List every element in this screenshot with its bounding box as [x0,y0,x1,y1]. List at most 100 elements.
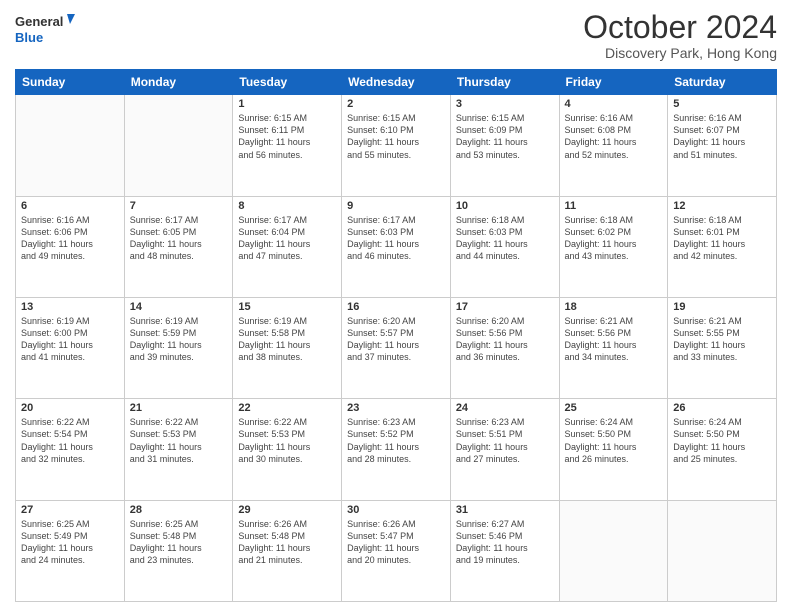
day-info: Sunrise: 6:19 AM Sunset: 5:59 PM Dayligh… [130,315,228,364]
col-thursday: Thursday [450,70,559,95]
day-info: Sunrise: 6:24 AM Sunset: 5:50 PM Dayligh… [565,416,663,465]
table-row: 5Sunrise: 6:16 AM Sunset: 6:07 PM Daylig… [668,95,777,196]
day-number: 9 [347,200,445,212]
day-number: 16 [347,301,445,313]
svg-text:Blue: Blue [15,30,43,45]
day-number: 30 [347,504,445,516]
day-number: 22 [238,402,336,414]
day-info: Sunrise: 6:21 AM Sunset: 5:56 PM Dayligh… [565,315,663,364]
table-row: 17Sunrise: 6:20 AM Sunset: 5:56 PM Dayli… [450,297,559,398]
day-number: 29 [238,504,336,516]
day-info: Sunrise: 6:25 AM Sunset: 5:48 PM Dayligh… [130,518,228,567]
table-row: 11 Sunrise: 6:18 AM Sunset: 6:02 PM Dayli… [559,196,668,297]
day-number: 13 [21,301,119,313]
table-row: 1 Sunrise: 6:15 AM Sunset: 6:11 PM Daylig… [233,95,342,196]
day-number: 1 [238,98,336,110]
day-info: Sunrise: 6:23 AM Sunset: 5:51 PM Dayligh… [456,416,554,465]
day-info: Sunrise: 6:17 AM Sunset: 6:03 PM Dayligh… [347,214,445,263]
day-number: 15 [238,301,336,313]
day-info: Sunrise: 6:18 AM Sunset: 6:01 PM Dayligh… [673,214,771,263]
table-row: 8 Sunrise: 6:17 AM Sunset: 6:04 PM Daylig… [233,196,342,297]
calendar-week-row: 1 Sunrise: 6:15 AM Sunset: 6:11 PM Daylig… [16,95,777,196]
day-number: 12 [673,200,771,212]
col-saturday: Saturday [668,70,777,95]
table-row: 14 Sunrise: 6:19 AM Sunset: 5:59 PM Dayli… [124,297,233,398]
day-number: 31 [456,504,554,516]
day-info: Sunrise: 6:22 AM Sunset: 5:54 PM Dayligh… [21,416,119,465]
calendar-week-row: 13Sunrise: 6:19 AM Sunset: 6:00 PM Dayli… [16,297,777,398]
table-row: 28 Sunrise: 6:25 AM Sunset: 5:48 PM Dayli… [124,500,233,601]
table-row: 12 Sunrise: 6:18 AM Sunset: 6:01 PM Dayli… [668,196,777,297]
day-info: Sunrise: 6:18 AM Sunset: 6:03 PM Dayligh… [456,214,554,263]
day-info: Sunrise: 6:26 AM Sunset: 5:48 PM Dayligh… [238,518,336,567]
header: General Blue October 2024 Discovery Park… [15,10,777,61]
day-info: Sunrise: 6:27 AM Sunset: 5:46 PM Dayligh… [456,518,554,567]
day-number: 3 [456,98,554,110]
day-info: Sunrise: 6:21 AM Sunset: 5:55 PM Dayligh… [673,315,771,364]
calendar-week-row: 20 Sunrise: 6:22 AM Sunset: 5:54 PM Dayli… [16,399,777,500]
day-number: 2 [347,98,445,110]
table-row [124,95,233,196]
table-row: 26Sunrise: 6:24 AM Sunset: 5:50 PM Dayli… [668,399,777,500]
table-row: 29 Sunrise: 6:26 AM Sunset: 5:48 PM Dayli… [233,500,342,601]
day-info: Sunrise: 6:20 AM Sunset: 5:56 PM Dayligh… [456,315,554,364]
table-row: 2Sunrise: 6:15 AM Sunset: 6:10 PM Daylig… [342,95,451,196]
day-number: 7 [130,200,228,212]
day-info: Sunrise: 6:15 AM Sunset: 6:09 PM Dayligh… [456,112,554,161]
day-number: 14 [130,301,228,313]
table-row: 9 Sunrise: 6:17 AM Sunset: 6:03 PM Daylig… [342,196,451,297]
table-row: 13Sunrise: 6:19 AM Sunset: 6:00 PM Dayli… [16,297,125,398]
day-info: Sunrise: 6:25 AM Sunset: 5:49 PM Dayligh… [21,518,119,567]
table-row: 21Sunrise: 6:22 AM Sunset: 5:53 PM Dayli… [124,399,233,500]
day-info: Sunrise: 6:16 AM Sunset: 6:06 PM Dayligh… [21,214,119,263]
day-info: Sunrise: 6:22 AM Sunset: 5:53 PM Dayligh… [238,416,336,465]
table-row: 10Sunrise: 6:18 AM Sunset: 6:03 PM Dayli… [450,196,559,297]
calendar-week-row: 6 Sunrise: 6:16 AM Sunset: 6:06 PM Daylig… [16,196,777,297]
day-number: 25 [565,402,663,414]
day-number: 20 [21,402,119,414]
day-info: Sunrise: 6:26 AM Sunset: 5:47 PM Dayligh… [347,518,445,567]
day-number: 18 [565,301,663,313]
location: Discovery Park, Hong Kong [583,45,777,61]
table-row: 16 Sunrise: 6:20 AM Sunset: 5:57 PM Dayli… [342,297,451,398]
table-row: 3 Sunrise: 6:15 AM Sunset: 6:09 PM Daylig… [450,95,559,196]
day-number: 8 [238,200,336,212]
table-row: 18 Sunrise: 6:21 AM Sunset: 5:56 PM Dayli… [559,297,668,398]
col-friday: Friday [559,70,668,95]
day-number: 21 [130,402,228,414]
table-row [668,500,777,601]
table-row: 19Sunrise: 6:21 AM Sunset: 5:55 PM Dayli… [668,297,777,398]
col-sunday: Sunday [16,70,125,95]
table-row: 7 Sunrise: 6:17 AM Sunset: 6:05 PM Daylig… [124,196,233,297]
table-row [559,500,668,601]
day-number: 27 [21,504,119,516]
day-info: Sunrise: 6:17 AM Sunset: 6:04 PM Dayligh… [238,214,336,263]
table-row: 15 Sunrise: 6:19 AM Sunset: 5:58 PM Dayli… [233,297,342,398]
table-row: 6 Sunrise: 6:16 AM Sunset: 6:06 PM Daylig… [16,196,125,297]
table-row: 25 Sunrise: 6:24 AM Sunset: 5:50 PM Dayli… [559,399,668,500]
table-row: 27 Sunrise: 6:25 AM Sunset: 5:49 PM Dayli… [16,500,125,601]
day-info: Sunrise: 6:18 AM Sunset: 6:02 PM Dayligh… [565,214,663,263]
day-info: Sunrise: 6:17 AM Sunset: 6:05 PM Dayligh… [130,214,228,263]
day-info: Sunrise: 6:23 AM Sunset: 5:52 PM Dayligh… [347,416,445,465]
col-tuesday: Tuesday [233,70,342,95]
day-number: 28 [130,504,228,516]
day-info: Sunrise: 6:20 AM Sunset: 5:57 PM Dayligh… [347,315,445,364]
day-number: 6 [21,200,119,212]
col-monday: Monday [124,70,233,95]
table-row: 23Sunrise: 6:23 AM Sunset: 5:52 PM Dayli… [342,399,451,500]
day-info: Sunrise: 6:15 AM Sunset: 6:11 PM Dayligh… [238,112,336,161]
svg-text:General: General [15,14,63,29]
col-wednesday: Wednesday [342,70,451,95]
day-number: 4 [565,98,663,110]
day-info: Sunrise: 6:19 AM Sunset: 5:58 PM Dayligh… [238,315,336,364]
table-row: 30 Sunrise: 6:26 AM Sunset: 5:47 PM Dayli… [342,500,451,601]
logo-svg: General Blue [15,10,75,50]
calendar-week-row: 27 Sunrise: 6:25 AM Sunset: 5:49 PM Dayli… [16,500,777,601]
calendar-table: Sunday Monday Tuesday Wednesday Thursday… [15,69,777,602]
day-info: Sunrise: 6:24 AM Sunset: 5:50 PM Dayligh… [673,416,771,465]
table-row: 4Sunrise: 6:16 AM Sunset: 6:08 PM Daylig… [559,95,668,196]
calendar-header-row: Sunday Monday Tuesday Wednesday Thursday… [16,70,777,95]
day-number: 11 [565,200,663,212]
logo: General Blue [15,10,75,50]
